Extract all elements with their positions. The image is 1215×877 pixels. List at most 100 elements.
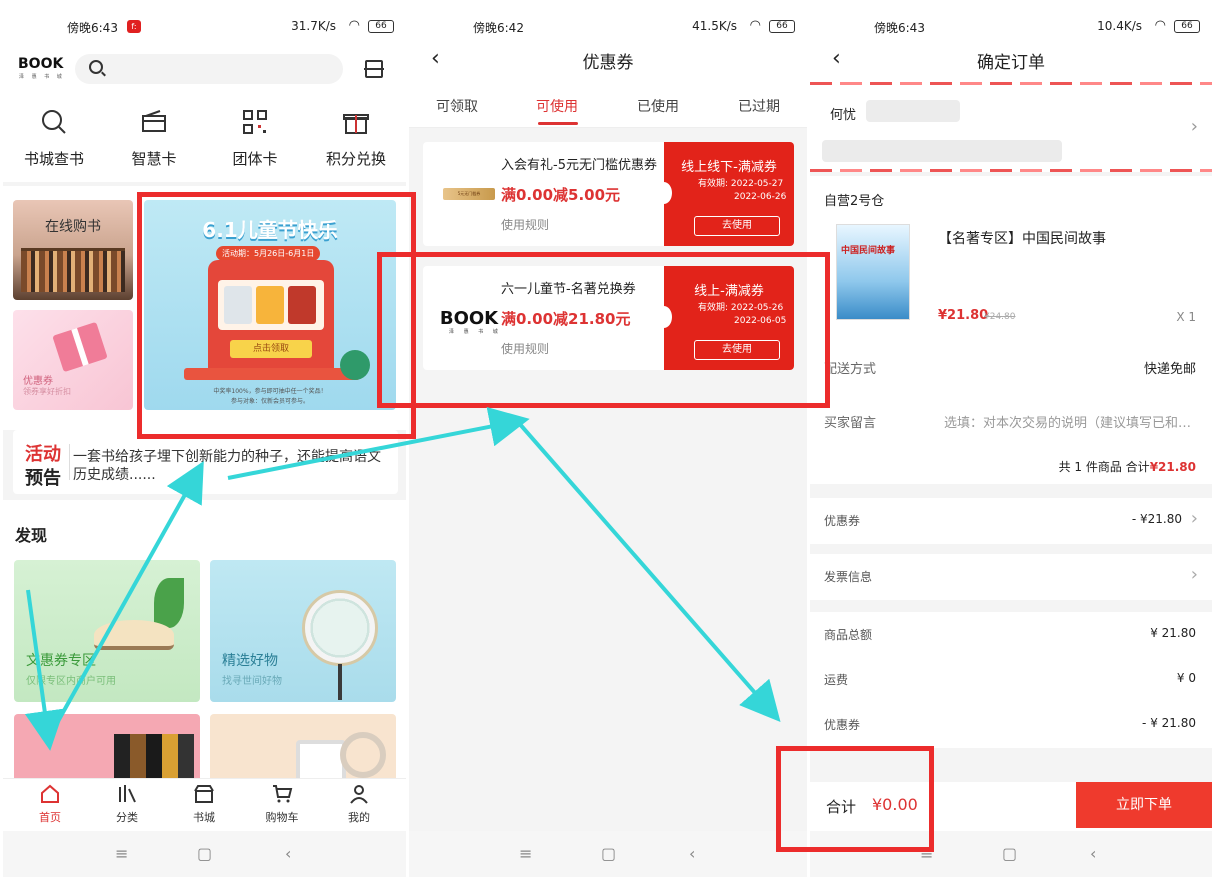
- menu-icon[interactable]: ≡: [115, 844, 128, 863]
- search-input[interactable]: [75, 54, 343, 84]
- quick-label: 积分兑换: [325, 150, 386, 168]
- tab-claimable[interactable]: 可领取: [417, 96, 497, 116]
- coupon-card[interactable]: 优惠券 领券享好折扣: [13, 310, 133, 410]
- coupons-screen: 傍晚6:42 41.5K/s ◠ 66 ‹ 优惠券 可领取 可使用 已使用 已过…: [409, 0, 807, 877]
- discover-card-subtitle: 找寻世间好物: [222, 676, 282, 687]
- page-header: ‹ 优惠券: [409, 36, 807, 82]
- invoice-label: 发票信息: [824, 570, 873, 584]
- quick-group-card[interactable]: 团体卡: [210, 108, 300, 169]
- discover-section: 发现 文惠券专区 仅限专区内商户可用 精选好物 找寻世间好物: [3, 500, 406, 856]
- activity-tag: 活动: [25, 444, 61, 465]
- tab-profile[interactable]: 我的: [324, 783, 394, 825]
- fan-image: [302, 590, 378, 666]
- qrcode-icon: [240, 108, 270, 138]
- back-nav-icon[interactable]: ‹: [1090, 844, 1096, 863]
- system-nav-bar: ≡ ▢ ‹: [409, 831, 807, 877]
- place-order-button[interactable]: 立即下单: [1076, 782, 1212, 828]
- blurred-address: [822, 140, 1062, 162]
- quick-actions: 书城查书 智慧卡 团体卡 积分兑换: [3, 100, 406, 182]
- buyer-note-input[interactable]: 选填：对本次交易的说明（建议填写已和卖家协商一致的内容）: [944, 412, 1196, 431]
- tab-expired[interactable]: 已过期: [719, 96, 799, 116]
- use-coupon-button[interactable]: 去使用: [694, 340, 780, 360]
- online-shopping-card[interactable]: 在线购书: [13, 200, 133, 300]
- status-time: 傍晚6:43: [67, 21, 118, 35]
- address-card[interactable]: 何忧 ›: [810, 82, 1212, 172]
- price-breakdown: 商品总额 ¥ 21.80 运费 ¥ 0 优惠券 - ¥ 21.80: [810, 612, 1212, 748]
- delivery-row[interactable]: 配送方式 快递免邮: [824, 358, 1196, 377]
- book-quantity: X 1: [1176, 310, 1196, 324]
- discover-card-selected-goods[interactable]: 精选好物 找寻世间好物: [210, 560, 396, 702]
- banner-title: 6.1儿童节快乐: [202, 218, 338, 242]
- coupon-row[interactable]: 优惠券 - ¥21.80 ›: [810, 498, 1212, 544]
- coupon-amount: 满0.00减5.00元: [501, 186, 621, 204]
- banner-footnote-2: 参与对象：仅新会员可参与。: [230, 398, 309, 405]
- scan-icon[interactable]: [363, 60, 385, 78]
- quick-points-exchange[interactable]: 积分兑换: [311, 108, 401, 169]
- tab-used[interactable]: 已使用: [618, 96, 698, 116]
- goods-total-row: 商品总额 ¥ 21.80: [824, 626, 1196, 642]
- gift-icon: [341, 108, 371, 138]
- back-nav-icon[interactable]: ‹: [689, 844, 695, 863]
- coupon-rules-link[interactable]: 使用规则: [501, 216, 549, 233]
- bottom-tab-bar: 首页 分类 书城 购物车 我的: [3, 778, 406, 831]
- book-cover: 中国民间故事: [836, 224, 910, 320]
- invoice-row[interactable]: 发票信息 ›: [810, 554, 1212, 600]
- open-book-image: [94, 620, 174, 650]
- order-confirm-screen: 傍晚6:43 10.4K/s ◠ 66 ‹ 确定订单 何忧 › 自营2号仓 中国…: [810, 0, 1212, 877]
- home-nav-icon[interactable]: ▢: [601, 844, 616, 863]
- coupon-amount: 满0.00减21.80元: [501, 310, 631, 328]
- tab-label: 我的: [348, 811, 370, 824]
- app-logo-subtitle: 泽 惠 书 城: [19, 74, 65, 80]
- status-time: 傍晚6:43: [874, 21, 925, 35]
- home-screen: 傍晚6:43 f: 31.7K/s ◠ 66 BOOK 泽 惠 书 城 书城查书: [3, 0, 406, 877]
- banner-claim-button[interactable]: 点击领取: [230, 340, 312, 358]
- quick-label: 团体卡: [232, 150, 278, 168]
- screenshot-composite: 傍晚6:43 f: 31.7K/s ◠ 66 BOOK 泽 惠 书 城 书城查书: [0, 0, 1215, 877]
- childrens-day-banner[interactable]: 6.1儿童节快乐 活动期：5月26日-6月1日 点击领取 中奖率100%，参与即…: [144, 200, 396, 410]
- discover-card-title: 文惠券专区: [26, 653, 96, 669]
- activity-notice[interactable]: 活动 预告 一套书给孩子埋下创新能力的种子，还能提高语文历史成绩......: [13, 430, 398, 494]
- tab-label: 首页: [39, 811, 61, 824]
- menu-icon[interactable]: ≡: [519, 844, 532, 863]
- back-nav-icon[interactable]: ‹: [285, 844, 291, 863]
- status-bar: 傍晚6:42 41.5K/s ◠ 66: [409, 0, 807, 36]
- tab-label: 书城: [193, 811, 215, 824]
- coupon-value: - ¥21.80: [1131, 512, 1182, 526]
- book-title: 【名著专区】中国民间故事: [938, 231, 1106, 247]
- coupon-thumbnail: 5元无门槛券: [433, 160, 505, 228]
- banner-subtitle: 活动期：5月26日-6月1日: [216, 246, 321, 261]
- chevron-right-icon: ›: [1190, 508, 1198, 529]
- cart-icon: [247, 783, 317, 809]
- book-cover-title: 中国民间故事: [841, 246, 896, 256]
- network-speed: 41.5K/s: [692, 19, 737, 33]
- status-bar: 傍晚6:43 f: 31.7K/s ◠ 66: [3, 0, 406, 36]
- user-icon: [324, 783, 394, 809]
- coupon-validity: 有效期: 2022-05-26 2022-06-05: [698, 303, 787, 326]
- order-items: 自营2号仓 中国民间故事 【名著专区】中国民间故事 ¥21.80 ¥24.80 …: [810, 176, 1212, 484]
- coupon-item[interactable]: BOOK 泽 惠 书 城 六一儿童节-名著兑换券 满0.00减21.80元 使用…: [423, 266, 794, 370]
- discover-heading: 发现: [15, 526, 48, 545]
- coupon-rules-link[interactable]: 使用规则: [501, 340, 549, 357]
- coupon-item[interactable]: 5元无门槛券 入会有礼-5元无门槛优惠券 满0.00减5.00元 使用规则 线上…: [423, 142, 794, 246]
- warehouse-name: 自营2号仓: [824, 194, 885, 209]
- tab-bookstore[interactable]: 书城: [169, 783, 239, 825]
- tab-home[interactable]: 首页: [15, 783, 85, 825]
- home-nav-icon[interactable]: ▢: [1002, 844, 1017, 863]
- coupon-validity: 有效期: 2022-05-27 2022-06-26: [698, 179, 787, 202]
- tab-category[interactable]: 分类: [92, 783, 162, 825]
- quick-book-search[interactable]: 书城查书: [9, 108, 99, 169]
- quick-smart-card[interactable]: 智慧卡: [109, 108, 199, 169]
- tab-usable[interactable]: 可使用: [517, 96, 597, 125]
- use-coupon-button[interactable]: 去使用: [694, 216, 780, 236]
- delivery-value: 快递免邮: [1143, 362, 1196, 377]
- search-header: BOOK 泽 惠 书 城: [3, 36, 406, 100]
- tab-cart[interactable]: 购物车: [247, 783, 317, 825]
- coupon-name: 六一儿童节-名著兑换券: [501, 282, 636, 297]
- discover-card-culture-coupon[interactable]: 文惠券专区 仅限专区内商户可用: [14, 560, 200, 702]
- home-nav-icon[interactable]: ▢: [197, 844, 212, 863]
- menu-icon[interactable]: ≡: [920, 844, 933, 863]
- network-speed: 31.7K/s: [291, 19, 336, 33]
- headphones-image: [340, 732, 386, 778]
- quick-label: 智慧卡: [131, 150, 177, 168]
- store-icon: [169, 783, 239, 809]
